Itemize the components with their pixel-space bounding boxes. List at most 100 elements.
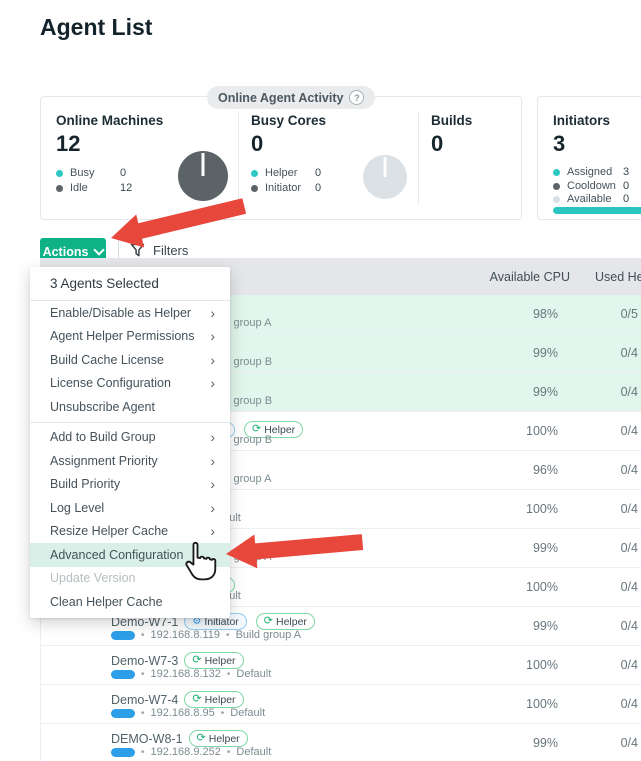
legend-item: Available0	[553, 193, 629, 207]
selected-agents-count: 3 Agents Selected	[30, 267, 230, 301]
used-helpers-value: 0/4	[561, 346, 638, 360]
busy-cores-legend: Helper0Initiator0	[251, 166, 326, 196]
legend-dot	[251, 170, 258, 177]
available-cpu-value: 99%	[448, 385, 558, 399]
legend-value: 0	[623, 180, 629, 194]
legend-label: Cooldown	[567, 180, 623, 194]
menu-item-agent-helper-permissions[interactable]: Agent Helper Permissions›	[30, 325, 230, 349]
online-machines-value: 12	[56, 131, 163, 157]
separator-dot: •	[141, 708, 145, 719]
legend-item: Helper0	[251, 166, 326, 181]
used-helpers-value: 0/4	[561, 580, 638, 594]
agent-ip: 192.168.8.119	[151, 629, 221, 641]
separator-dot: •	[141, 630, 145, 641]
initiators-card: Initiators 3 Assigned3Cooldown0Available…	[537, 96, 641, 220]
available-cpu-value: 98%	[448, 307, 558, 321]
agent-row-demo-w7-3[interactable]: Demo-W7-3⟳Helper•192.168.8.132•Default 10…	[41, 646, 641, 685]
helper-icon: ⟳	[192, 694, 201, 705]
menu-item-label: Resize Helper Cache	[50, 524, 168, 538]
badge-label: Helper	[276, 616, 307, 628]
menu-item-label: Assignment Priority	[50, 454, 158, 468]
builds-section: Builds 0	[431, 97, 472, 219]
menu-item-unsubscribe-agent[interactable]: Unsubscribe Agent	[30, 395, 230, 419]
menu-items: Enable/Disable as Helper›Agent Helper Pe…	[30, 301, 230, 614]
legend-label: Idle	[70, 181, 120, 196]
available-cpu-value: 100%	[448, 580, 558, 594]
legend-value: 12	[120, 181, 132, 196]
online-machines-title: Online Machines	[56, 113, 163, 128]
windows-os-icon	[111, 748, 135, 757]
agent-list-screen: Agent List Online Machines 12 Busy0Idle1…	[0, 0, 641, 761]
legend-label: Busy	[70, 166, 120, 181]
donut-notch	[202, 153, 205, 176]
agent-name-line: Demo-W7-3⟳Helper	[111, 652, 244, 669]
online-agent-activity-card: Online Machines 12 Busy0Idle12 Busy Core…	[40, 96, 522, 220]
legend-item: Initiator0	[251, 181, 326, 196]
card-divider	[238, 111, 239, 205]
legend-item: Assigned3	[553, 166, 629, 180]
submenu-chevron-icon: ›	[210, 353, 215, 367]
legend-value: 0	[315, 181, 321, 196]
submenu-chevron-icon: ›	[210, 306, 215, 320]
legend-label: Assigned	[567, 166, 623, 180]
agent-build-group: Build group A	[236, 629, 301, 641]
helper-icon: ⟳	[264, 616, 273, 627]
busy-cores-section: Busy Cores 0 Helper0Initiator0	[251, 97, 326, 219]
agent-name-line: Demo-W7-4 ⟳Helper	[111, 691, 244, 708]
actions-dropdown-menu: 3 Agents Selected Enable/Disable as Help…	[30, 267, 230, 618]
menu-item-add-to-build-group[interactable]: Add to Build Group›	[30, 426, 230, 450]
legend-value: 0	[623, 193, 629, 207]
used-helpers-value: 0/4	[561, 658, 638, 672]
used-helpers-value: 0/4	[561, 424, 638, 438]
used-helpers-value: 0/4	[561, 619, 638, 633]
agent-row-demo-w8-1[interactable]: DEMO-W8-1⟳Helper•192.168.9.252•Default99…	[41, 724, 641, 761]
separator-dot: •	[141, 747, 145, 758]
helper-badge: ⟳Helper	[184, 691, 243, 708]
initiators-progress-bar	[553, 207, 641, 214]
menu-item-assignment-priority[interactable]: Assignment Priority›	[30, 449, 230, 473]
initiator-icon: ⚙	[192, 617, 201, 627]
menu-item-label: Build Cache License	[50, 353, 164, 367]
available-cpu-value: 100%	[448, 424, 558, 438]
column-header-used-helpers[interactable]: Used Help	[595, 270, 641, 284]
menu-item-resize-helper-cache[interactable]: Resize Helper Cache›	[30, 520, 230, 544]
agent-row-demo-w7-4[interactable]: Demo-W7-4⟳Helper•192.168.8.95•Default100…	[41, 685, 641, 724]
menu-item-clean-helper-cache[interactable]: Clean Helper Cache	[30, 590, 230, 614]
initiators-value: 3	[553, 131, 629, 157]
agent-build-group: Default	[236, 746, 271, 758]
initiators-legend: Assigned3Cooldown0Available0	[553, 166, 629, 207]
help-icon[interactable]: ?	[349, 90, 364, 105]
legend-dot	[251, 185, 258, 192]
activity-pill-text: Online Agent Activity	[218, 91, 343, 105]
available-cpu-value: 96%	[448, 463, 558, 477]
menu-item-enable-disable-as-helper[interactable]: Enable/Disable as Helper›	[30, 301, 230, 325]
menu-divider	[30, 422, 230, 423]
helper-icon: ⟳	[197, 733, 206, 744]
legend-item: Busy0	[56, 166, 163, 181]
available-cpu-value: 99%	[448, 736, 558, 750]
available-cpu-value: 100%	[448, 658, 558, 672]
menu-item-log-level[interactable]: Log Level›	[30, 496, 230, 520]
windows-os-icon	[111, 631, 135, 640]
used-helpers-value: 0/5	[561, 307, 638, 321]
filters-button[interactable]: Filters	[130, 243, 188, 258]
menu-item-license-configuration[interactable]: License Configuration ›	[30, 372, 230, 396]
menu-item-advanced-configuration[interactable]: Advanced Configuration	[30, 543, 230, 567]
card-divider	[418, 111, 419, 205]
column-header-available-cpu[interactable]: Available CPU	[460, 270, 570, 284]
legend-value: 0	[120, 166, 126, 181]
badge-label: Helper	[205, 655, 236, 667]
menu-item-label: License Configuration	[50, 376, 171, 390]
menu-item-build-priority[interactable]: Build Priority›	[30, 473, 230, 497]
agent-info-line: •192.168.8.132•Default	[111, 668, 271, 680]
initiators-section: Initiators 3 Assigned3Cooldown0Available…	[553, 97, 629, 219]
submenu-chevron-icon: ›	[210, 376, 215, 390]
agent-badges: ⟳Helper	[184, 691, 243, 708]
available-cpu-value: 99%	[448, 619, 558, 633]
menu-item-label: Build Priority	[50, 477, 120, 491]
legend-dot	[553, 183, 560, 190]
menu-item-build-cache-license[interactable]: Build Cache License ›	[30, 348, 230, 372]
badge-label: Helper	[209, 733, 240, 745]
agent-name: DEMO-W8-1	[111, 732, 183, 746]
agent-name: Demo-W7-4	[111, 693, 178, 707]
